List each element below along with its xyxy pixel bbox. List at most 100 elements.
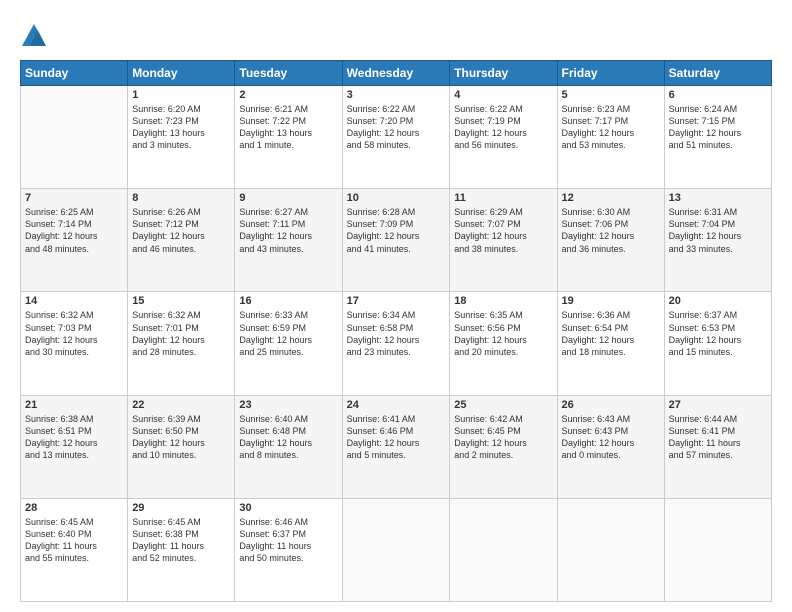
calendar-week-row: 21 Sunrise: 6:38 AM Sunset: 6:51 PM Dayli… xyxy=(21,395,772,498)
day-number: 14 xyxy=(25,295,123,307)
day-info: Sunrise: 6:30 AM Sunset: 7:06 PM Dayligh… xyxy=(562,207,635,253)
day-info: Sunrise: 6:36 AM Sunset: 6:54 PM Dayligh… xyxy=(562,310,635,356)
calendar-cell: 20Sunrise: 6:37 AM Sunset: 6:53 PM Dayli… xyxy=(664,292,771,395)
day-info: Sunrise: 6:45 AM Sunset: 6:40 PM Dayligh… xyxy=(25,517,97,563)
day-number: 11 xyxy=(454,192,552,204)
day-number: 4 xyxy=(454,89,552,101)
weekday-header-saturday: Saturday xyxy=(664,61,771,86)
calendar-cell: 27 Sunrise: 6:44 AM Sunset: 6:41 PM Dayli… xyxy=(664,395,771,498)
weekday-header-thursday: Thursday xyxy=(450,61,557,86)
day-number: 5 xyxy=(562,89,660,101)
day-number: 1 xyxy=(132,89,230,101)
day-number: 9 xyxy=(239,192,337,204)
calendar-cell: 7 Sunrise: 6:25 AM Sunset: 7:14 PM Daylig… xyxy=(21,189,128,292)
day-number: 10 xyxy=(347,192,446,204)
calendar-cell: 1 Sunrise: 6:20 AM Sunset: 7:23 PM Daylig… xyxy=(128,86,235,189)
calendar-cell xyxy=(557,498,664,601)
day-info: Sunrise: 6:45 AM Sunset: 6:38 PM Dayligh… xyxy=(132,517,204,563)
day-info: Sunrise: 6:22 AM Sunset: 7:20 PM Dayligh… xyxy=(347,104,420,150)
calendar-cell: 14 Sunrise: 6:32 AM Sunset: 7:03 PM Dayli… xyxy=(21,292,128,395)
day-number: 18 xyxy=(454,295,552,307)
day-info: Sunrise: 6:38 AM Sunset: 6:51 PM Dayligh… xyxy=(25,414,98,460)
day-info: Sunrise: 6:28 AM Sunset: 7:09 PM Dayligh… xyxy=(347,207,420,253)
calendar-table: SundayMondayTuesdayWednesdayThursdayFrid… xyxy=(20,60,772,602)
calendar-cell: 10 Sunrise: 6:28 AM Sunset: 7:09 PM Dayli… xyxy=(342,189,450,292)
day-number: 3 xyxy=(347,89,446,101)
day-number: 8 xyxy=(132,192,230,204)
day-info: Sunrise: 6:33 AM Sunset: 6:59 PM Dayligh… xyxy=(239,310,312,356)
calendar-week-row: 14 Sunrise: 6:32 AM Sunset: 7:03 PM Dayli… xyxy=(21,292,772,395)
day-number: 2 xyxy=(239,89,337,101)
day-info: Sunrise: 6:20 AM Sunset: 7:23 PM Dayligh… xyxy=(132,104,205,150)
weekday-header-row: SundayMondayTuesdayWednesdayThursdayFrid… xyxy=(21,61,772,86)
calendar-cell: 18 Sunrise: 6:35 AM Sunset: 6:56 PM Dayli… xyxy=(450,292,557,395)
day-number: 23 xyxy=(239,399,337,411)
day-number: 27 xyxy=(669,399,767,411)
day-info: Sunrise: 6:37 AM Sunset: 6:53 PM Dayligh… xyxy=(669,310,742,356)
day-info: Sunrise: 6:46 AM Sunset: 6:37 PM Dayligh… xyxy=(239,517,311,563)
weekday-header-sunday: Sunday xyxy=(21,61,128,86)
calendar-cell: 8 Sunrise: 6:26 AM Sunset: 7:12 PM Daylig… xyxy=(128,189,235,292)
calendar-cell: 26 Sunrise: 6:43 AM Sunset: 6:43 PM Dayli… xyxy=(557,395,664,498)
day-info: Sunrise: 6:35 AM Sunset: 6:56 PM Dayligh… xyxy=(454,310,527,356)
logo-icon xyxy=(20,22,48,50)
day-info: Sunrise: 6:39 AM Sunset: 6:50 PM Dayligh… xyxy=(132,414,205,460)
weekday-header-friday: Friday xyxy=(557,61,664,86)
day-info: Sunrise: 6:31 AM Sunset: 7:04 PM Dayligh… xyxy=(669,207,742,253)
day-number: 17 xyxy=(347,295,446,307)
day-number: 6 xyxy=(669,89,767,101)
calendar-cell: 13 Sunrise: 6:31 AM Sunset: 7:04 PM Dayli… xyxy=(664,189,771,292)
page: SundayMondayTuesdayWednesdayThursdayFrid… xyxy=(0,0,792,612)
day-number: 24 xyxy=(347,399,446,411)
calendar-cell xyxy=(664,498,771,601)
calendar-cell: 6 Sunrise: 6:24 AM Sunset: 7:15 PM Daylig… xyxy=(664,86,771,189)
day-info: Sunrise: 6:24 AM Sunset: 7:15 PM Dayligh… xyxy=(669,104,742,150)
calendar-cell: 23 Sunrise: 6:40 AM Sunset: 6:48 PM Dayli… xyxy=(235,395,342,498)
calendar-cell xyxy=(21,86,128,189)
day-info: Sunrise: 6:42 AM Sunset: 6:45 PM Dayligh… xyxy=(454,414,527,460)
calendar-cell: 4 Sunrise: 6:22 AM Sunset: 7:19 PM Daylig… xyxy=(450,86,557,189)
calendar-cell: 17 Sunrise: 6:34 AM Sunset: 6:58 PM Dayli… xyxy=(342,292,450,395)
calendar-cell xyxy=(450,498,557,601)
day-number: 16 xyxy=(239,295,337,307)
day-number: 26 xyxy=(562,399,660,411)
day-number: 29 xyxy=(132,502,230,514)
calendar-cell: 11Sunrise: 6:29 AM Sunset: 7:07 PM Dayli… xyxy=(450,189,557,292)
calendar-cell: 21 Sunrise: 6:38 AM Sunset: 6:51 PM Dayli… xyxy=(21,395,128,498)
calendar-week-row: 1 Sunrise: 6:20 AM Sunset: 7:23 PM Daylig… xyxy=(21,86,772,189)
logo xyxy=(20,22,50,50)
day-info: Sunrise: 6:25 AM Sunset: 7:14 PM Dayligh… xyxy=(25,207,98,253)
day-info: Sunrise: 6:40 AM Sunset: 6:48 PM Dayligh… xyxy=(239,414,312,460)
calendar-cell: 15Sunrise: 6:32 AM Sunset: 7:01 PM Dayli… xyxy=(128,292,235,395)
day-number: 25 xyxy=(454,399,552,411)
weekday-header-wednesday: Wednesday xyxy=(342,61,450,86)
day-info: Sunrise: 6:22 AM Sunset: 7:19 PM Dayligh… xyxy=(454,104,527,150)
calendar-cell: 30 Sunrise: 6:46 AM Sunset: 6:37 PM Dayli… xyxy=(235,498,342,601)
day-info: Sunrise: 6:32 AM Sunset: 7:03 PM Dayligh… xyxy=(25,310,98,356)
day-info: Sunrise: 6:21 AM Sunset: 7:22 PM Dayligh… xyxy=(239,104,312,150)
day-number: 22 xyxy=(132,399,230,411)
day-number: 21 xyxy=(25,399,123,411)
calendar-cell: 22 Sunrise: 6:39 AM Sunset: 6:50 PM Dayli… xyxy=(128,395,235,498)
calendar-cell: 28 Sunrise: 6:45 AM Sunset: 6:40 PM Dayli… xyxy=(21,498,128,601)
day-number: 15 xyxy=(132,295,230,307)
day-info: Sunrise: 6:43 AM Sunset: 6:43 PM Dayligh… xyxy=(562,414,635,460)
day-info: Sunrise: 6:41 AM Sunset: 6:46 PM Dayligh… xyxy=(347,414,420,460)
calendar-cell: 5 Sunrise: 6:23 AM Sunset: 7:17 PM Daylig… xyxy=(557,86,664,189)
day-number: 13 xyxy=(669,192,767,204)
day-number: 30 xyxy=(239,502,337,514)
calendar-cell xyxy=(342,498,450,601)
day-info: Sunrise: 6:44 AM Sunset: 6:41 PM Dayligh… xyxy=(669,414,741,460)
day-number: 7 xyxy=(25,192,123,204)
calendar-cell: 25 Sunrise: 6:42 AM Sunset: 6:45 PM Dayli… xyxy=(450,395,557,498)
day-info: Sunrise: 6:34 AM Sunset: 6:58 PM Dayligh… xyxy=(347,310,420,356)
day-number: 19 xyxy=(562,295,660,307)
weekday-header-tuesday: Tuesday xyxy=(235,61,342,86)
calendar-cell: 29 Sunrise: 6:45 AM Sunset: 6:38 PM Dayli… xyxy=(128,498,235,601)
day-info: Sunrise: 6:23 AM Sunset: 7:17 PM Dayligh… xyxy=(562,104,635,150)
header xyxy=(20,18,772,50)
calendar-cell: 9Sunrise: 6:27 AM Sunset: 7:11 PM Daylig… xyxy=(235,189,342,292)
day-info: Sunrise: 6:26 AM Sunset: 7:12 PM Dayligh… xyxy=(132,207,205,253)
calendar-cell: 12Sunrise: 6:30 AM Sunset: 7:06 PM Dayli… xyxy=(557,189,664,292)
day-number: 28 xyxy=(25,502,123,514)
